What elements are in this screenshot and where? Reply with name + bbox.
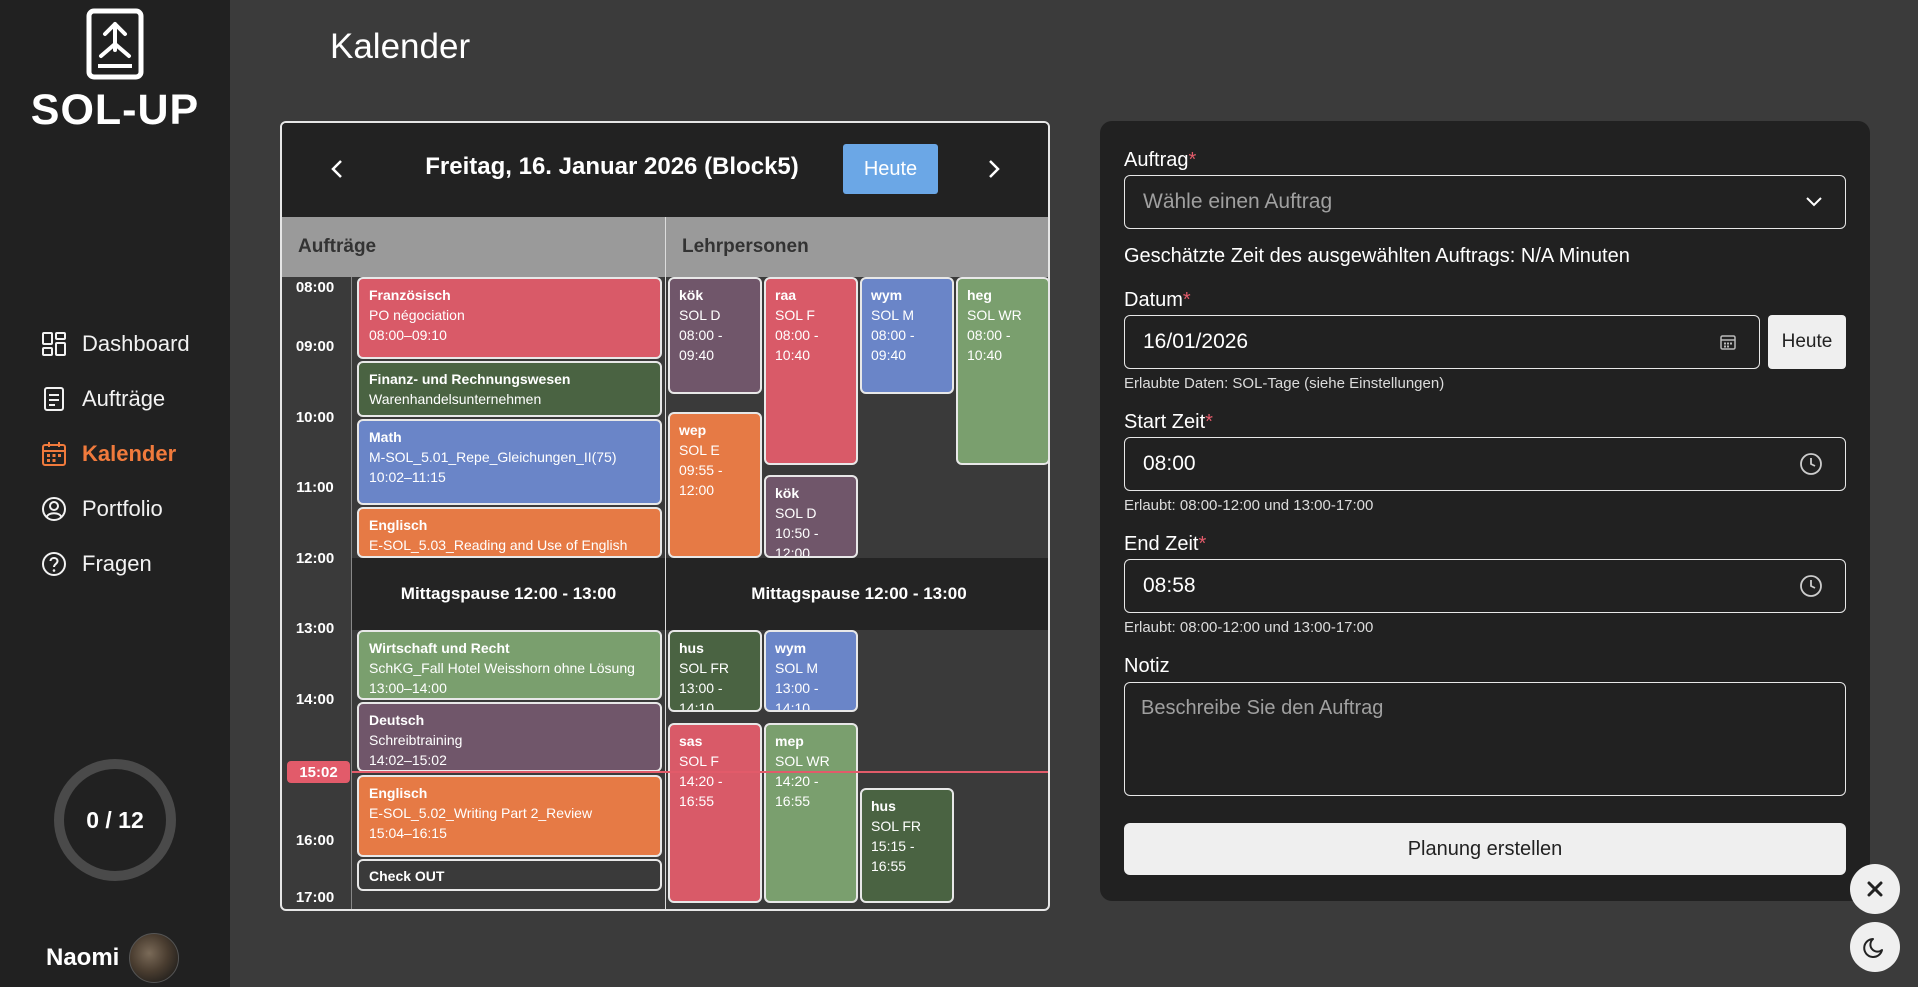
chevron-right-icon [989,160,1000,178]
event-lehrperson[interactable]: hus SOL FR 15:15 - 16:55 [860,788,954,903]
event-auftrag[interactable]: Finanz- und Rechnungswesen Warenhandelsu… [357,361,662,417]
time-label: 12:00 [295,550,335,567]
question-icon [42,551,66,576]
event-auftrag[interactable]: Englisch E-SOL_5.02_Writing Part 2_Revie… [357,775,662,857]
lunch-break-auftraege: Mittagspause 12:00 - 13:00 [352,558,665,630]
sidebar-item-label: Kalender [82,440,177,466]
dark-mode-toggle[interactable] [1850,922,1900,972]
app-name: SOL-UP [30,86,200,134]
event-auftrag[interactable]: Check OUT [357,859,662,891]
calendar: Freitag, 16. Januar 2026 (Block5) Heute … [280,121,1050,911]
document-icon [44,386,64,411]
datum-label: Datum* [1124,289,1191,311]
event-lehrperson[interactable]: kök SOL D 10:50 - 12:00 [764,475,858,558]
dashboard-icon [42,331,66,356]
sidebar-item-label: Fragen [82,550,152,576]
column-header-lehrpersonen: Lehrpersonen [666,217,1048,277]
create-plan-button[interactable]: Planung erstellen [1124,823,1846,875]
event-lehrperson[interactable]: heg SOL WR 08:00 - 10:40 [956,277,1048,465]
event-lehrperson[interactable]: wym SOL M 08:00 - 09:40 [860,277,954,394]
notiz-textarea[interactable]: Beschreibe Sie den Auftrag [1124,682,1846,796]
sidebar-item-label: Aufträge [82,385,166,411]
sidebar-item-label: Dashboard [82,330,190,356]
calendar-date-title: Freitag, 16. Januar 2026 (Block5) [425,153,799,180]
start-time-label: Start Zeit* [1124,411,1213,433]
clock-icon[interactable] [1799,574,1823,598]
datum-today-button[interactable]: Heute [1768,315,1846,369]
calendar-icon[interactable] [1719,333,1737,351]
end-time-field[interactable]: 08:58 [1124,559,1846,613]
datum-field[interactable]: 16/01/2026 [1124,315,1760,369]
end-time-value: 08:58 [1143,574,1196,597]
event-auftrag[interactable]: Wirtschaft und Recht SchKG_Fall Hotel We… [357,630,662,700]
datum-hint: Erlaubte Daten: SOL-Tage (siehe Einstell… [1124,375,1445,392]
time-label: 16:00 [295,832,335,849]
time-label: 08:00 [295,279,335,296]
start-time-value: 08:00 [1143,452,1196,475]
page-title: Kalender [330,27,471,66]
event-auftrag[interactable]: Französisch PO négociation 08:00–09:10 [357,277,662,359]
auftrag-label: Auftrag* [1124,149,1197,171]
time-label: 11:00 [296,479,334,496]
end-time-label: End Zeit* [1124,533,1207,555]
sidebar-item-fragen[interactable]: Fragen [40,536,190,591]
event-lehrperson[interactable]: hus SOL FR 13:00 - 14:10 [668,630,762,712]
chevron-down-icon [1806,197,1822,207]
sidebar: SOL-UP Dashboard Aufträge Kalender Portf… [0,0,230,987]
datum-value: 16/01/2026 [1143,330,1249,353]
estimate-text: Geschätzte Zeit des ausgewählten Auftrag… [1124,245,1630,267]
time-label: 13:00 [295,620,335,637]
current-time-line [352,771,1048,773]
time-label: 17:00 [295,889,335,906]
close-icon [1867,881,1883,897]
next-day-button[interactable] [974,149,1014,189]
close-button[interactable] [1850,864,1900,914]
avatar[interactable] [129,933,180,983]
time-label: 10:00 [295,409,335,426]
event-auftrag[interactable]: Deutsch Schreibtraining 14:02–15:02 [357,702,662,772]
event-lehrperson[interactable]: mep SOL WR 14:20 - 16:55 [764,723,858,903]
event-lehrperson[interactable]: raa SOL F 08:00 - 10:40 [764,277,858,465]
sidebar-item-dashboard[interactable]: Dashboard [40,316,190,371]
auftrag-placeholder: Wähle einen Auftrag [1143,190,1333,213]
end-time-hint: Erlaubt: 08:00-12:00 und 13:00-17:00 [1124,619,1374,636]
sidebar-item-label: Portfolio [82,495,163,521]
sidebar-item-kalender[interactable]: Kalender [40,426,190,481]
start-time-hint: Erlaubt: 08:00-12:00 und 13:00-17:00 [1124,497,1374,514]
calendar-header: Freitag, 16. Januar 2026 (Block5) Heute [282,123,1048,217]
sidebar-nav: Dashboard Aufträge Kalender Portfolio Fr… [40,316,190,591]
auftrag-select[interactable]: Wähle einen Auftrag [1124,175,1846,229]
user-name: Naomi [46,944,120,971]
time-label: 09:00 [295,338,335,355]
progress-count: 0 / 12 [86,806,144,833]
lunch-break-lehrpersonen: Mittagspause 12:00 - 13:00 [666,558,1048,630]
user-profile[interactable]: Naomi [46,933,180,983]
event-auftrag[interactable]: Math M-SOL_5.01_Repe_Gleichungen_II(75) … [357,419,662,505]
planning-form: Auftrag* Wähle einen Auftrag Geschätzte … [1100,121,1870,901]
event-lehrperson[interactable]: wep SOL E 09:55 - 12:00 [668,412,762,558]
event-lehrperson[interactable]: wym SOL M 13:00 - 14:10 [764,630,858,712]
prev-day-button[interactable] [317,149,357,189]
current-time-badge: 15:02 [287,761,350,783]
sidebar-item-auftraege[interactable]: Aufträge [40,371,190,426]
event-lehrperson[interactable]: kök SOL D 08:00 - 09:40 [668,277,762,394]
calendar-icon [42,441,66,466]
sidebar-item-portfolio[interactable]: Portfolio [40,481,190,536]
notiz-label: Notiz [1124,655,1170,677]
chevron-left-icon [331,160,342,178]
moon-icon [1863,938,1883,958]
logo-icon [86,8,144,80]
column-header-auftraege: Aufträge [282,217,665,277]
event-lehrperson[interactable]: sas SOL F 14:20 - 16:55 [668,723,762,903]
time-label: 14:00 [295,691,335,708]
start-time-field[interactable]: 08:00 [1124,437,1846,491]
event-auftrag[interactable]: Englisch E-SOL_5.03_Reading and Use of E… [357,507,662,558]
user-circle-icon [42,496,66,521]
clock-icon[interactable] [1799,452,1823,476]
today-button[interactable]: Heute [843,144,938,194]
